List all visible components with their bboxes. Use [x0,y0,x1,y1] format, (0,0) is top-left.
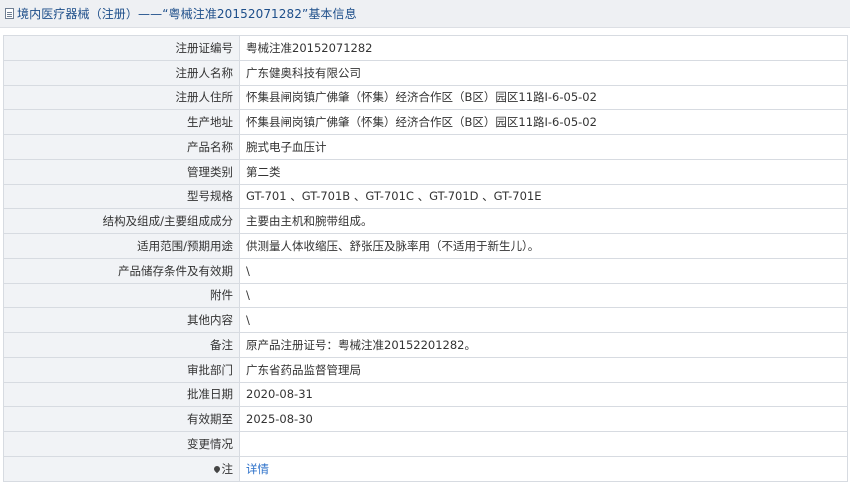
details-link[interactable]: 详情 [246,462,269,476]
field-label: 管理类别 [3,158,240,185]
field-value: 粤械注准20152071282 [239,35,848,61]
table-row: 管理类别 第二类 [3,158,848,185]
field-value: 广东健奥科技有限公司 [239,59,848,86]
table-row: 型号规格 GT-701 、GT-701B 、GT-701C 、GT-701D 、… [3,183,848,210]
field-label: 型号规格 [3,183,240,210]
field-value: 供测量人体收缩压、舒张压及脉率用（不适用于新生儿）。 [239,233,848,259]
field-label: 注册证编号 [3,35,240,61]
table-row: 产品储存条件及有效期 \ [3,257,848,284]
note-label: 注 [221,461,234,476]
page-title: 境内医疗器械（注册）——“粤械注准20152071282”基本信息 [17,7,357,21]
table-row: 批准日期 2020-08-31 [3,381,848,408]
field-value: \ [239,257,848,284]
field-value: 腕式电子血压计 [239,134,848,160]
document-icon [5,8,14,19]
field-label: 适用范围/预期用途 [3,233,240,259]
detail-table: 注册证编号 粤械注准20152071282 注册人名称 广东健奥科技有限公司 注… [3,35,848,482]
field-label: 审批部门 [3,356,240,383]
table-row: 注册人名称 广东健奥科技有限公司 [3,59,848,86]
field-value: 2020-08-31 [239,381,848,408]
pin-icon [212,464,221,473]
table-row: 附件 \ [3,282,848,309]
field-value: 主要由主机和腕带组成。 [239,208,848,234]
table-row: 产品名称 腕式电子血压计 [3,134,848,160]
field-value: 第二类 [239,158,848,185]
field-label: 备注 [3,332,240,358]
field-label: 产品名称 [3,134,240,160]
field-label: 其他内容 [3,307,240,333]
table-row: 审批部门 广东省药品监督管理局 [3,356,848,383]
table-row: 生产地址 怀集县闸岗镇广佛肇（怀集）经济合作区（B区）园区11路I-6-05-0… [3,109,848,135]
field-value: \ [239,307,848,333]
note-label-cell: 注 [3,455,240,482]
field-value: 原产品注册证号：粤械注准20152201282。 [239,332,848,358]
field-value: 2025-08-30 [239,406,848,432]
field-label: 产品储存条件及有效期 [3,257,240,284]
table-row: 注册证编号 粤械注准20152071282 [3,35,848,61]
table-row: 注册人住所 怀集县闸岗镇广佛肇（怀集）经济合作区（B区）园区11路I-6-05-… [3,84,848,111]
field-label: 注册人住所 [3,84,240,111]
field-value [239,431,848,457]
table-row: 其他内容 \ [3,307,848,333]
table-row: 结构及组成/主要组成成分 主要由主机和腕带组成。 [3,208,848,234]
field-value: 怀集县闸岗镇广佛肇（怀集）经济合作区（B区）园区11路I-6-05-02 [239,109,848,135]
field-value: GT-701 、GT-701B 、GT-701C 、GT-701D 、GT-70… [239,183,848,210]
field-value: 怀集县闸岗镇广佛肇（怀集）经济合作区（B区）园区11路I-6-05-02 [239,84,848,111]
field-label: 变更情况 [3,431,240,457]
field-label: 注册人名称 [3,59,240,86]
field-label: 有效期至 [3,406,240,432]
table-row: 有效期至 2025-08-30 [3,406,848,432]
note-row: 注 详情 [3,455,848,482]
table-row: 适用范围/预期用途 供测量人体收缩压、舒张压及脉率用（不适用于新生儿）。 [3,233,848,259]
field-label: 生产地址 [3,109,240,135]
field-value: \ [239,282,848,309]
field-label: 附件 [3,282,240,309]
page-header: 境内医疗器械（注册）——“粤械注准20152071282”基本信息 [0,0,850,28]
field-label: 批准日期 [3,381,240,408]
table-row: 变更情况 [3,431,848,457]
table-row: 备注 原产品注册证号：粤械注准20152201282。 [3,332,848,358]
field-label: 结构及组成/主要组成成分 [3,208,240,234]
note-value-cell: 详情 [239,455,848,482]
field-value: 广东省药品监督管理局 [239,356,848,383]
